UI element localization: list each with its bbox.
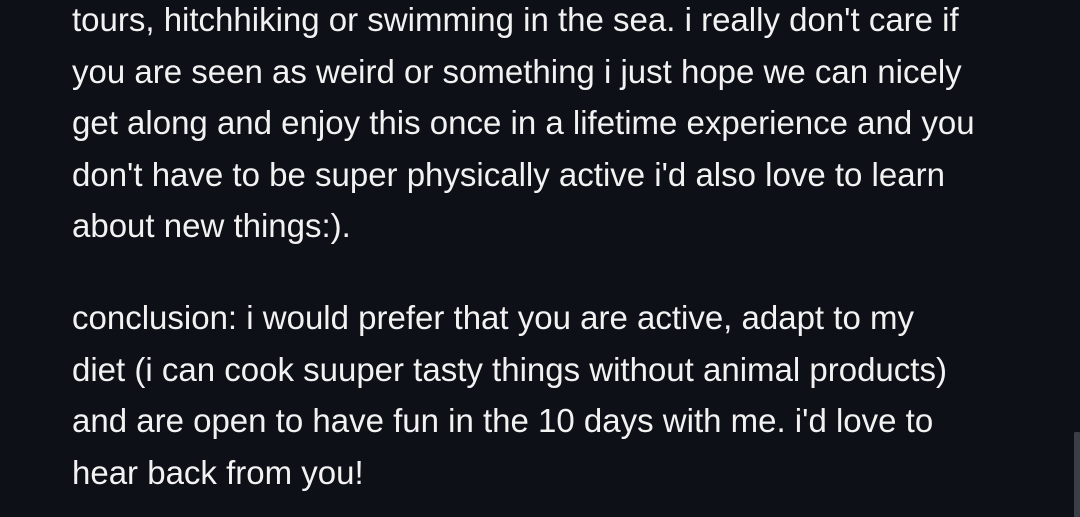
message-line: you are seen as weird or something i jus… — [72, 52, 962, 90]
message-line: get along and enjoy this once in a lifet… — [72, 104, 975, 141]
message-line: about new things:). — [72, 207, 351, 244]
scrollbar-thumb[interactable] — [1074, 432, 1080, 517]
message-paragraph: tours, hitchhiking or swimming in the se… — [72, 0, 975, 252]
message-line: diet (i can cook suuper tasty things wit… — [72, 350, 947, 388]
message-line: don't have to be super physically active… — [72, 155, 945, 193]
message-line: tours, hitchhiking or swimming in the se… — [72, 1, 959, 38]
message-paragraph: conclusion: i would prefer that you are … — [72, 292, 947, 498]
message-line: and are open to have fun in the 10 days … — [72, 402, 934, 439]
message-line: conclusion: i would prefer that you are … — [72, 299, 914, 336]
scrollbar[interactable] — [1072, 0, 1080, 517]
message-line: hear back from you! — [72, 453, 364, 491]
